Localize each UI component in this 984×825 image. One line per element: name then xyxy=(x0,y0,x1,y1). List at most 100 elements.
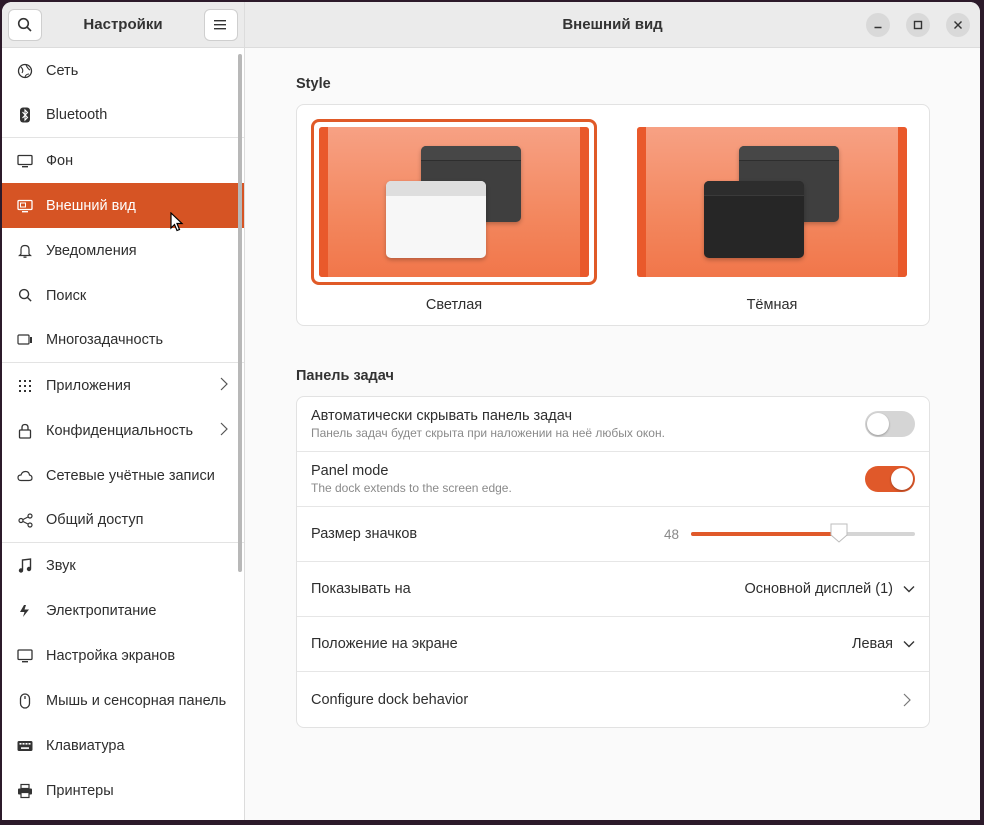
sidebar-item-apps[interactable]: Приложения xyxy=(2,363,244,408)
sidebar-item-search[interactable]: Поиск xyxy=(2,273,244,318)
keyboard-icon xyxy=(17,740,33,751)
icon-size-slider[interactable] xyxy=(691,523,915,543)
multitasking-icon xyxy=(17,334,32,345)
hamburger-menu-icon xyxy=(213,19,226,29)
sidebar-item-mouse[interactable]: Мышь и сенсорная панель xyxy=(2,678,244,723)
style-thumbnail-light[interactable] xyxy=(311,119,597,285)
icon-size-row: Размер значков 48 xyxy=(297,507,929,562)
mouse-icon xyxy=(19,692,31,709)
mouse-cursor-icon xyxy=(170,212,184,232)
preview-window-front xyxy=(386,181,486,258)
sidebar-item-multitasking[interactable]: Многозадачность xyxy=(2,318,244,363)
position-dropdown[interactable]: Левая xyxy=(852,636,915,652)
minimize-button[interactable] xyxy=(866,13,890,37)
sidebar-item-background[interactable]: Фон xyxy=(2,138,244,183)
sidebar: Настройки Сеть Bluetooth Фон Внешний вид xyxy=(2,2,245,820)
sidebar-item-label: Приложения xyxy=(46,377,131,394)
style-option-dark[interactable]: Тёмная xyxy=(629,119,915,325)
sidebar-item-displays[interactable]: Настройка экранов xyxy=(2,633,244,678)
globe-icon xyxy=(17,63,33,78)
style-option-light[interactable]: Светлая xyxy=(311,119,597,325)
sidebar-header: Настройки xyxy=(2,2,244,48)
style-card: Светлая Тёмная xyxy=(296,104,930,326)
window-controls xyxy=(866,13,970,37)
main-panel: Внешний вид Style Светлая Тёмная Панель … xyxy=(245,2,980,820)
minimize-icon xyxy=(874,26,882,29)
style-option-label: Тёмная xyxy=(746,297,798,313)
sidebar-item-label: Сеть xyxy=(46,62,79,79)
search-icon xyxy=(18,288,32,302)
sidebar-item-label: Настройка экранов xyxy=(46,647,176,664)
close-button[interactable] xyxy=(946,13,970,37)
sidebar-item-label: Внешний вид xyxy=(46,197,136,214)
show-on-dropdown[interactable]: Основной дисплей (1) xyxy=(744,581,915,597)
music-note-icon xyxy=(18,557,32,573)
sidebar-item-label: Мышь и сенсорная панель xyxy=(46,692,227,709)
sidebar-item-online-accounts[interactable]: Сетевые учётные записи xyxy=(2,453,244,498)
sidebar-item-label: Фон xyxy=(46,152,74,169)
sidebar-item-power[interactable]: Электропитание xyxy=(2,588,244,633)
bell-icon xyxy=(18,244,32,258)
preview-window-front xyxy=(704,181,804,258)
panel-mode-row[interactable]: Panel mode The dock extends to the scree… xyxy=(297,452,929,507)
close-icon xyxy=(954,21,962,29)
sidebar-item-notifications[interactable]: Уведомления xyxy=(2,228,244,273)
printer-icon xyxy=(18,783,32,798)
appearance-icon xyxy=(17,199,33,212)
main-header: Внешний вид xyxy=(245,2,980,48)
autohide-row[interactable]: Автоматически скрывать панель задач Пане… xyxy=(297,397,929,452)
sidebar-item-sharing[interactable]: Общий доступ xyxy=(2,498,244,543)
sidebar-item-privacy[interactable]: Конфиденциальность xyxy=(2,408,244,453)
share-icon xyxy=(17,512,33,528)
panel-mode-toggle[interactable] xyxy=(865,466,915,492)
configure-dock-row[interactable]: Configure dock behavior xyxy=(297,672,929,727)
monitor-icon xyxy=(17,648,33,662)
sidebar-item-label: Конфиденциальность xyxy=(46,422,194,439)
search-icon xyxy=(17,17,32,32)
sidebar-item-keyboard[interactable]: Клавиатура xyxy=(2,723,244,768)
row-title: Показывать на xyxy=(311,581,411,597)
chevron-down-icon xyxy=(903,586,915,593)
sidebar-item-label: Сетевые учётные записи xyxy=(46,467,215,484)
page-title: Внешний вид xyxy=(562,16,663,33)
chevron-down-icon xyxy=(903,641,915,648)
position-row[interactable]: Положение на экране Левая xyxy=(297,617,929,672)
sidebar-item-printers[interactable]: Принтеры xyxy=(2,768,244,813)
autohide-toggle[interactable] xyxy=(865,411,915,437)
row-title: Размер значков xyxy=(311,526,418,542)
dropdown-value: Левая xyxy=(851,636,893,652)
power-icon xyxy=(20,604,29,617)
row-subtitle: The dock extends to the screen edge. xyxy=(311,481,512,495)
style-section-title: Style xyxy=(296,76,331,92)
dock-card: Автоматически скрывать панель задач Пане… xyxy=(296,396,930,728)
sidebar-item-label: Поиск xyxy=(46,287,87,304)
menu-button[interactable] xyxy=(203,8,238,41)
icon-size-value: 48 xyxy=(663,526,679,542)
apps-grid-icon xyxy=(19,379,31,392)
sidebar-item-label: Клавиатура xyxy=(46,737,125,754)
content: Style Светлая Тёмная Панель задач Автома… xyxy=(245,48,980,728)
dock-section-title: Панель задач xyxy=(296,368,394,384)
row-title: Положение на экране xyxy=(311,636,458,652)
sidebar-item-network[interactable]: Сеть xyxy=(2,48,244,93)
sidebar-item-label: Принтеры xyxy=(46,782,114,799)
sidebar-item-label: Bluetooth xyxy=(46,107,108,123)
row-title: Configure dock behavior xyxy=(311,691,469,708)
sidebar-item-label: Электропитание xyxy=(46,602,157,619)
slider-handle[interactable] xyxy=(829,522,849,544)
sidebar-item-bluetooth[interactable]: Bluetooth xyxy=(2,93,244,138)
sidebar-item-appearance[interactable]: Внешний вид xyxy=(2,183,244,228)
lock-icon xyxy=(18,423,32,439)
chevron-right-icon xyxy=(903,693,911,706)
style-thumbnail-dark[interactable] xyxy=(629,119,915,285)
sidebar-item-label: Уведомления xyxy=(46,242,137,259)
bluetooth-icon xyxy=(20,107,30,123)
show-on-row[interactable]: Показывать на Основной дисплей (1) xyxy=(297,562,929,617)
cloud-icon xyxy=(17,470,33,481)
row-subtitle: Панель задач будет скрыта при наложении … xyxy=(311,426,665,440)
search-button[interactable] xyxy=(8,8,42,41)
sidebar-item-label: Звук xyxy=(46,557,76,574)
sidebar-scrollbar[interactable] xyxy=(238,54,242,572)
sidebar-item-sound[interactable]: Звук xyxy=(2,543,244,588)
maximize-button[interactable] xyxy=(906,13,930,37)
